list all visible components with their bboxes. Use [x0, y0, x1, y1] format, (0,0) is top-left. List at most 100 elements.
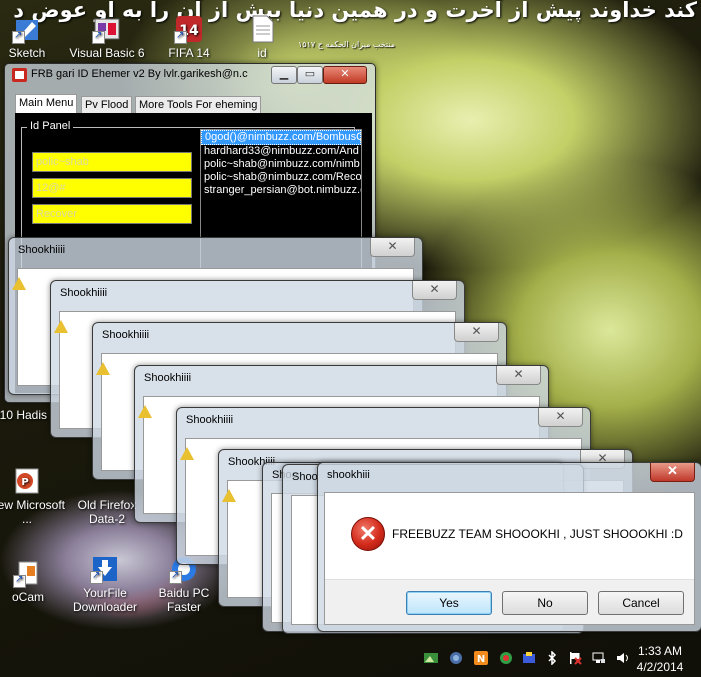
ocam-icon	[13, 558, 43, 588]
clock-date: 4/2/2014	[636, 660, 684, 674]
shortcut-arrow-icon	[174, 29, 187, 44]
shortcut-arrow-icon	[169, 569, 182, 584]
visual-basic-icon	[92, 14, 122, 44]
close-icon: ✕	[471, 324, 482, 338]
system-tray: N 1:33 AM 4/2/2014	[420, 641, 701, 677]
dialog-close-button[interactable]: ✕	[538, 408, 583, 427]
warning-icon	[180, 447, 194, 460]
desktop-icon-new-microsoft[interactable]: P New Microsoft ...	[0, 466, 68, 526]
bluetooth-icon[interactable]	[545, 651, 559, 665]
close-icon: ✕	[429, 282, 440, 296]
desktop-icon-label: FIFA 14	[168, 46, 210, 60]
app-window-icon	[12, 68, 27, 82]
no-button[interactable]: No	[502, 591, 588, 615]
desktop-icon-label: New Microsoft ...	[0, 498, 65, 526]
password-field[interactable]: 12@#	[32, 178, 192, 198]
warning-icon	[12, 277, 26, 290]
maximize-button[interactable]: ▭	[297, 66, 323, 84]
tab-main-menu[interactable]: Main Menu	[15, 94, 78, 114]
frb-titlebar[interactable]: FRB gari ID Ehemer v2 By lvlr.garikesh@n…	[5, 64, 375, 86]
network-globe-icon[interactable]	[449, 651, 463, 665]
dialog-title: Shookhiiii	[102, 329, 150, 341]
shortcut-arrow-icon	[90, 569, 103, 584]
dialog-title: Shookhiiii	[144, 372, 192, 384]
dialog-close-button[interactable]: ✕	[412, 281, 457, 300]
svg-text:P: P	[21, 477, 28, 488]
network-icon[interactable]	[592, 651, 606, 665]
close-button[interactable]: ✕	[323, 66, 367, 84]
clock-time: 1:33 AM	[637, 644, 683, 658]
error-icon: ✕	[351, 517, 385, 551]
username-field[interactable]: polic~shab	[32, 152, 192, 172]
error-message: FREEBUZZ TEAM SHOOOKHI , JUST SHOOOKHI :…	[392, 527, 683, 541]
dialog-title: Shookhiiii	[186, 414, 234, 426]
warning-icon	[138, 405, 152, 418]
desktop-icon-label: id	[257, 46, 267, 60]
tab-more-tools[interactable]: More Tools For eheming	[135, 96, 262, 114]
image-viewer-icon[interactable]	[424, 651, 438, 665]
warning-icon	[96, 362, 110, 375]
sync-icon[interactable]	[499, 651, 513, 665]
list-item[interactable]: 0god()@nimbuzz.com/BombusQ	[201, 130, 361, 145]
error-dialog: shookhiii ✕ ✕ FREEBUZZ TEAM SHOOOKHI , J…	[317, 462, 701, 632]
shortcut-arrow-icon	[12, 29, 25, 44]
dialog-title: Shookhiiii	[18, 244, 66, 256]
warning-icon	[222, 489, 236, 502]
desktop-icon-label: Baidu PC Faster	[158, 586, 210, 614]
desktop-quote-source: منتخب میزان الحکمه ج ۱۵۱۷	[298, 40, 396, 49]
tab-pv-flood[interactable]: Pv Flood	[81, 96, 133, 114]
nimbuzz-icon[interactable]: N	[474, 651, 488, 665]
antivirus-icon[interactable]	[522, 651, 536, 665]
desktop-icon-label: oCam	[11, 590, 44, 604]
shortcut-arrow-icon	[92, 29, 105, 44]
list-item[interactable]: stranger_persian@bot.nimbuzz.c	[201, 184, 361, 197]
frb-window-title: FRB gari ID Ehemer v2 By lvlr.garikesh@n…	[31, 68, 248, 80]
fifa-icon: 14	[174, 14, 204, 44]
desktop-icon-label: YourFile Downloader	[72, 586, 138, 614]
desktop-icon-label: 810 Hadis	[0, 408, 48, 422]
dialog-close-button[interactable]: ✕	[370, 238, 415, 257]
warning-icon	[54, 320, 68, 333]
dialog-close-button[interactable]: ✕	[454, 323, 499, 342]
desktop: کند خداوند پیش از آخرت و در همین دنیا بی…	[0, 0, 701, 677]
resource-field[interactable]: Recover	[32, 204, 192, 224]
dialog-title: Shoo	[292, 471, 318, 483]
dialog-close-button[interactable]: ✕	[496, 366, 541, 385]
list-item[interactable]: polic~shab@nimbuzz.com/nimb	[201, 158, 361, 171]
taskbar-clock[interactable]: 1:33 AM 4/2/2014	[625, 643, 695, 675]
list-item[interactable]: polic~shab@nimbuzz.com/Reco	[201, 171, 361, 184]
minimize-button[interactable]: ▁	[271, 66, 297, 84]
desktop-icon-sketch[interactable]: Sketch	[0, 14, 68, 60]
svg-text:N: N	[477, 654, 485, 665]
desktop-icon-fifa14[interactable]: 14 FIFA 14	[148, 14, 230, 60]
cancel-button[interactable]: Cancel	[598, 591, 684, 615]
maximize-icon: ▭	[304, 68, 316, 80]
close-icon: ✕	[340, 68, 350, 80]
close-icon: ✕	[387, 239, 398, 253]
desktop-icon-id[interactable]: id	[221, 14, 303, 60]
close-icon: ✕	[555, 409, 566, 423]
desktop-icon-ocam[interactable]: oCam	[0, 558, 69, 604]
desktop-icon-visual-basic[interactable]: Visual Basic 6	[66, 14, 148, 60]
list-item[interactable]: hardhard33@nimbuzz.com/And	[201, 145, 361, 158]
desktop-icon-810-hadis[interactable]: 810 Hadis	[0, 408, 56, 422]
dialog-body: ✕ FREEBUZZ TEAM SHOOOKHI , JUST SHOOOKHI…	[324, 492, 695, 625]
text-file-icon	[247, 14, 277, 44]
downloader-icon	[90, 554, 120, 584]
powerpoint-icon: P	[12, 466, 42, 496]
id-panel-label: Id Panel	[27, 120, 74, 132]
action-center-flag-icon[interactable]	[568, 651, 582, 665]
sketch-icon	[12, 14, 42, 44]
dialog-title: Shookhiiii	[60, 287, 108, 299]
yes-button[interactable]: Yes	[406, 591, 492, 615]
desktop-icon-yourfile-downloader[interactable]: YourFile Downloader	[64, 554, 146, 614]
shortcut-arrow-icon	[13, 573, 26, 588]
close-icon: ✕	[667, 463, 678, 478]
desktop-icon-label: Sketch	[8, 46, 46, 60]
minimize-icon: ▁	[279, 68, 289, 80]
close-icon: ✕	[513, 367, 524, 381]
dialog-close-button[interactable]: ✕	[650, 463, 695, 482]
desktop-icon-label: Visual Basic 6	[69, 46, 145, 60]
dialog-title: shookhiii	[327, 469, 370, 481]
dialog-button-strip: Yes No Cancel	[325, 579, 694, 624]
